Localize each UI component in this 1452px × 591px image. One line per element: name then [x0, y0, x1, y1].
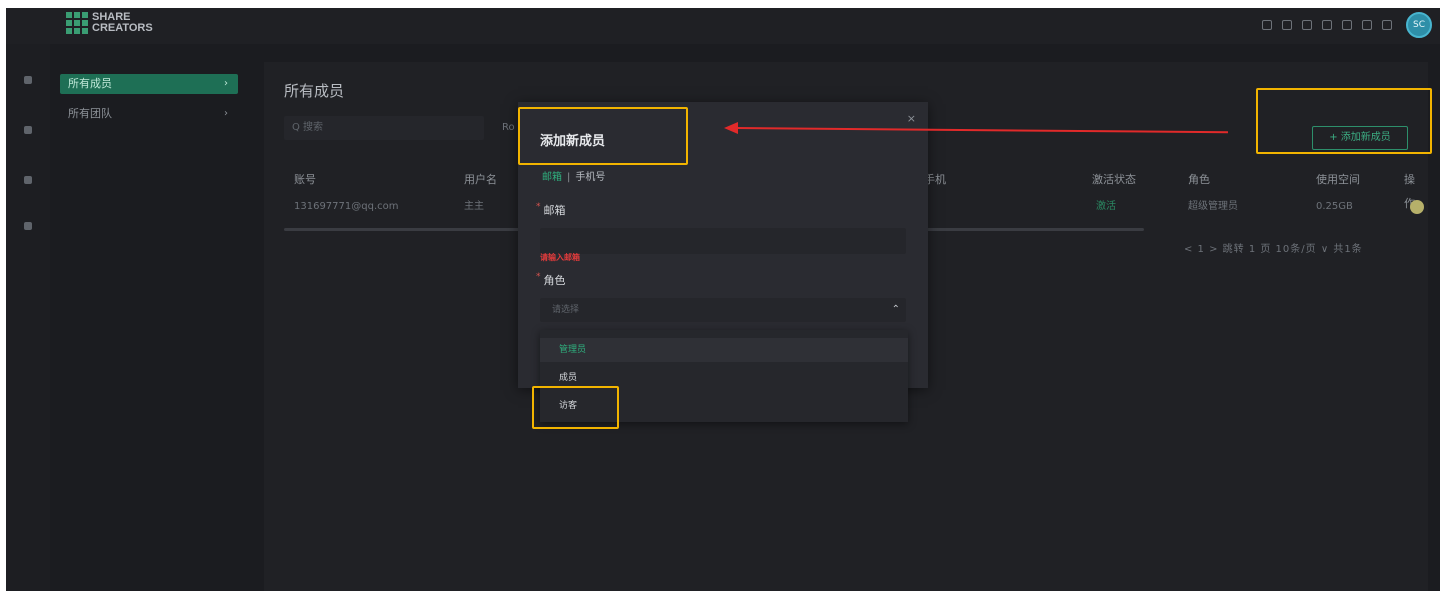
sidebar-item-label: 所有成员	[68, 77, 112, 90]
page-title: 所有成员	[284, 82, 345, 100]
avatar[interactable]: SC	[1406, 12, 1432, 38]
cell-account: 131697771@qq.com	[294, 201, 399, 212]
window-icon[interactable]	[1362, 20, 1372, 30]
back-icon[interactable]	[24, 76, 32, 84]
logo-text: SHARE CREATORS	[92, 11, 153, 34]
role-option-admin[interactable]: 管理员	[540, 338, 908, 362]
user-icon[interactable]	[1382, 20, 1392, 30]
column-header: 用户名	[464, 173, 497, 186]
chevron-up-icon: ⌃	[891, 304, 900, 315]
column-header: 角色	[1188, 173, 1210, 186]
download-icon[interactable]	[1322, 20, 1332, 30]
column-header: 使用空间	[1316, 173, 1360, 186]
sidebar-item-all-members[interactable]: 所有成员 ›	[60, 74, 238, 94]
top-toolbar	[1262, 20, 1392, 30]
upload-icon[interactable]	[1342, 20, 1352, 30]
close-icon[interactable]: ×	[907, 112, 916, 125]
sidebar: 所有成员 › 所有团队 ›	[50, 44, 248, 591]
highlight-box	[1256, 88, 1432, 154]
email-field[interactable]	[540, 228, 906, 254]
tab-phone[interactable]: 手机号	[575, 172, 605, 183]
cloud-icon[interactable]	[24, 176, 32, 184]
search-input[interactable]: Q 搜索	[284, 116, 484, 140]
annotation-arrow-icon	[724, 122, 738, 134]
tab-separator: |	[567, 172, 571, 183]
settings-icon[interactable]	[1302, 20, 1312, 30]
logo-mark-icon	[66, 12, 88, 34]
cell-status: 激活	[1096, 201, 1116, 212]
sidebar-item-label: 所有团队	[68, 107, 112, 120]
email-label: * 邮箱	[536, 202, 566, 217]
column-header: 激活状态	[1092, 173, 1136, 186]
cell-username: 主主	[464, 201, 484, 212]
cell-usage: 0.25GB	[1316, 201, 1353, 212]
role-label: * 角色	[536, 272, 566, 287]
settings-icon[interactable]	[24, 222, 32, 230]
highlight-box	[532, 386, 619, 429]
dialog-tabs: 邮箱 | 手机号	[542, 168, 605, 183]
chevron-right-icon: ›	[224, 78, 228, 89]
toolbar-icon[interactable]	[1262, 20, 1272, 30]
column-header: 账号	[294, 173, 316, 186]
tab-email[interactable]: 邮箱	[542, 172, 562, 183]
icon-rail	[6, 44, 50, 591]
email-error: 请输入邮箱	[540, 253, 580, 262]
cell-role: 超级管理员	[1188, 201, 1238, 212]
top-bar: SHARE CREATORS SC	[6, 8, 1440, 44]
members-icon[interactable]	[24, 126, 32, 134]
role-placeholder: 请选择	[552, 305, 580, 315]
pagination[interactable]: < 1 > 跳转 1 页 10条/页 ∨ 共1条	[1184, 240, 1363, 255]
role-select[interactable]: 请选择 ⌃	[540, 298, 906, 322]
row-actions-icon[interactable]	[1410, 200, 1424, 214]
filter-label: Ro	[502, 122, 515, 133]
sidebar-item-all-teams[interactable]: 所有团队 ›	[60, 104, 238, 124]
share-icon[interactable]	[1282, 20, 1292, 30]
app-logo[interactable]: SHARE CREATORS	[66, 12, 153, 34]
chevron-right-icon: ›	[224, 108, 228, 119]
highlight-box	[518, 107, 688, 165]
